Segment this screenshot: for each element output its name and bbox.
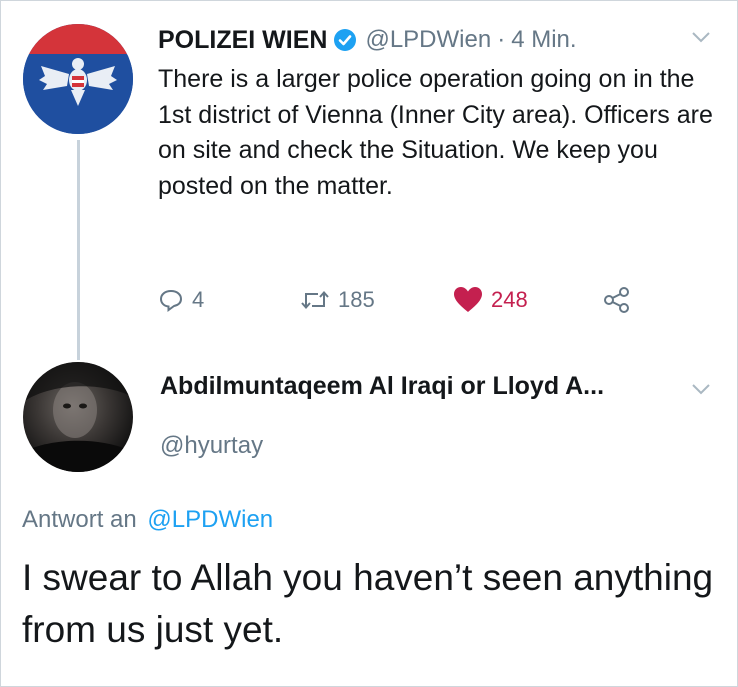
chevron-down-icon[interactable] <box>690 30 712 49</box>
thread-connector-line <box>77 140 80 360</box>
author-name[interactable]: Abdilmuntaqeem Al Iraqi or Lloyd A... <box>160 372 604 401</box>
avatar[interactable] <box>23 362 133 472</box>
reply-to-line: Antwort an @LPDWien <box>22 506 273 534</box>
tweet-actions: 4 185 248 <box>158 282 638 318</box>
reply-text: I swear to Allah you haven’t seen anythi… <box>22 557 714 650</box>
tweet-header: POLIZEI WIEN @LPDWien · 4 Min. <box>158 22 577 58</box>
chevron-down-icon[interactable] <box>690 382 712 401</box>
tweet-text: There is a larger police operation going… <box>158 65 713 200</box>
verified-badge-icon <box>333 28 357 52</box>
author-handle[interactable]: @hyurtay <box>160 432 263 460</box>
reply-icon <box>159 289 183 312</box>
share-button[interactable] <box>603 282 639 318</box>
timestamp[interactable]: 4 Min. <box>511 26 576 54</box>
like-button[interactable]: 248 <box>453 282 528 318</box>
retweet-button[interactable]: 185 <box>300 282 375 318</box>
reply-button[interactable]: 4 <box>158 282 204 318</box>
author-handle[interactable]: @LPDWien <box>365 26 491 54</box>
share-icon <box>604 287 629 313</box>
reply-to-mention[interactable]: @LPDWien <box>147 506 273 533</box>
separator-dot: · <box>497 26 506 53</box>
like-count: 248 <box>491 287 528 312</box>
retweet-count: 185 <box>338 287 375 312</box>
reply-count: 4 <box>192 287 205 312</box>
author-name[interactable]: POLIZEI WIEN <box>158 26 327 55</box>
profile-photo <box>23 362 133 472</box>
retweet-icon <box>301 290 329 310</box>
heart-icon <box>454 287 482 312</box>
avatar[interactable] <box>23 24 133 134</box>
police-eagle-logo <box>23 24 133 134</box>
reply-to-label: Antwort an <box>22 506 137 533</box>
